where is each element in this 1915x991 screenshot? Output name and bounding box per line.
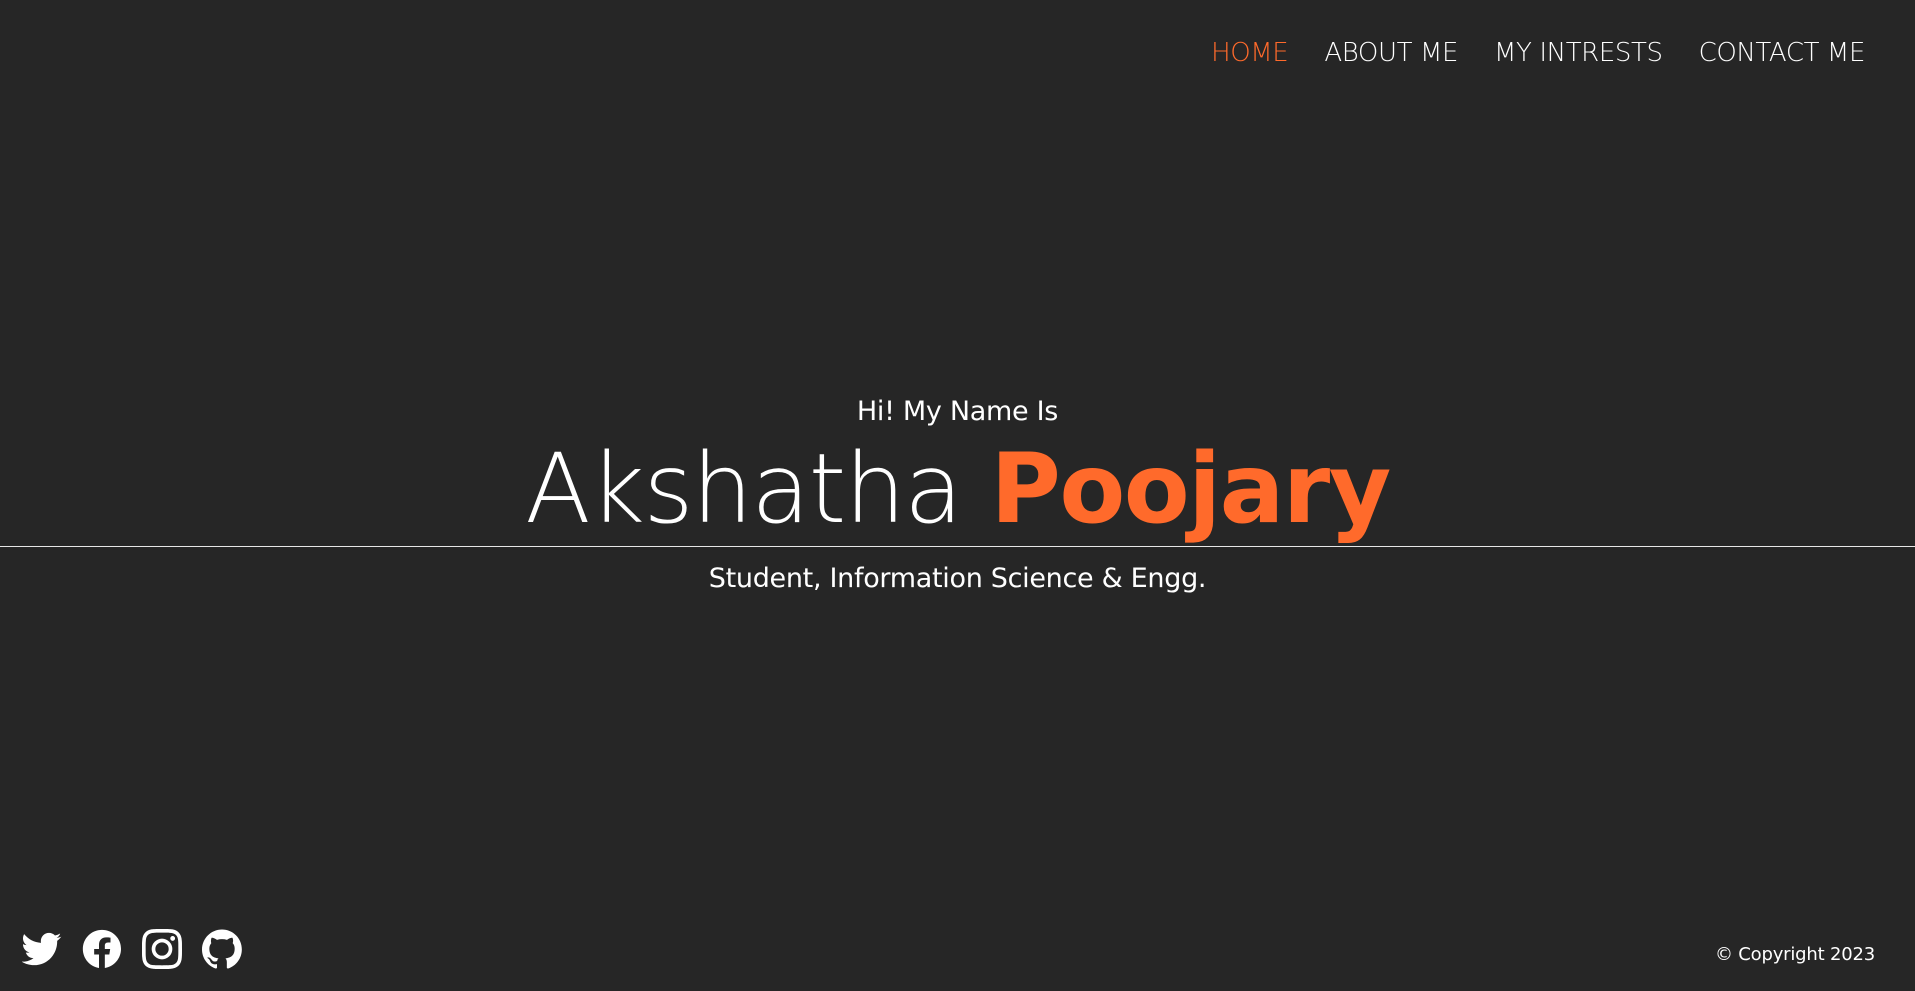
nav-item-home[interactable]: HOME [1211,38,1289,68]
nav-item-contact-me[interactable]: CONTACT ME [1699,38,1866,68]
main-nav: HOME ABOUT ME MY INTRESTS CONTACT ME [1211,38,1865,68]
social-links [22,929,242,969]
github-icon[interactable] [202,929,242,969]
hero: Hi! My Name Is Akshatha Poojary [0,390,1915,544]
hero-last-name: Poojary [990,433,1391,545]
hero-first-name: Akshatha [525,433,963,545]
page: HOME ABOUT ME MY INTRESTS CONTACT ME Hi!… [0,0,1915,991]
copyright-text: © Copyright 2023 [1714,944,1875,965]
instagram-icon[interactable] [142,929,182,969]
facebook-icon[interactable] [82,929,122,969]
hero-subtitle: Student, Information Science & Engg. [708,563,1207,594]
hero-name: Akshatha Poojary [0,434,1915,544]
twitter-icon[interactable] [22,929,62,969]
hero-divider [0,546,1915,547]
nav-item-about-me[interactable]: ABOUT ME [1324,38,1458,68]
nav-item-my-intrests[interactable]: MY INTRESTS [1494,38,1663,68]
hero-greeting: Hi! My Name Is [856,396,1059,427]
